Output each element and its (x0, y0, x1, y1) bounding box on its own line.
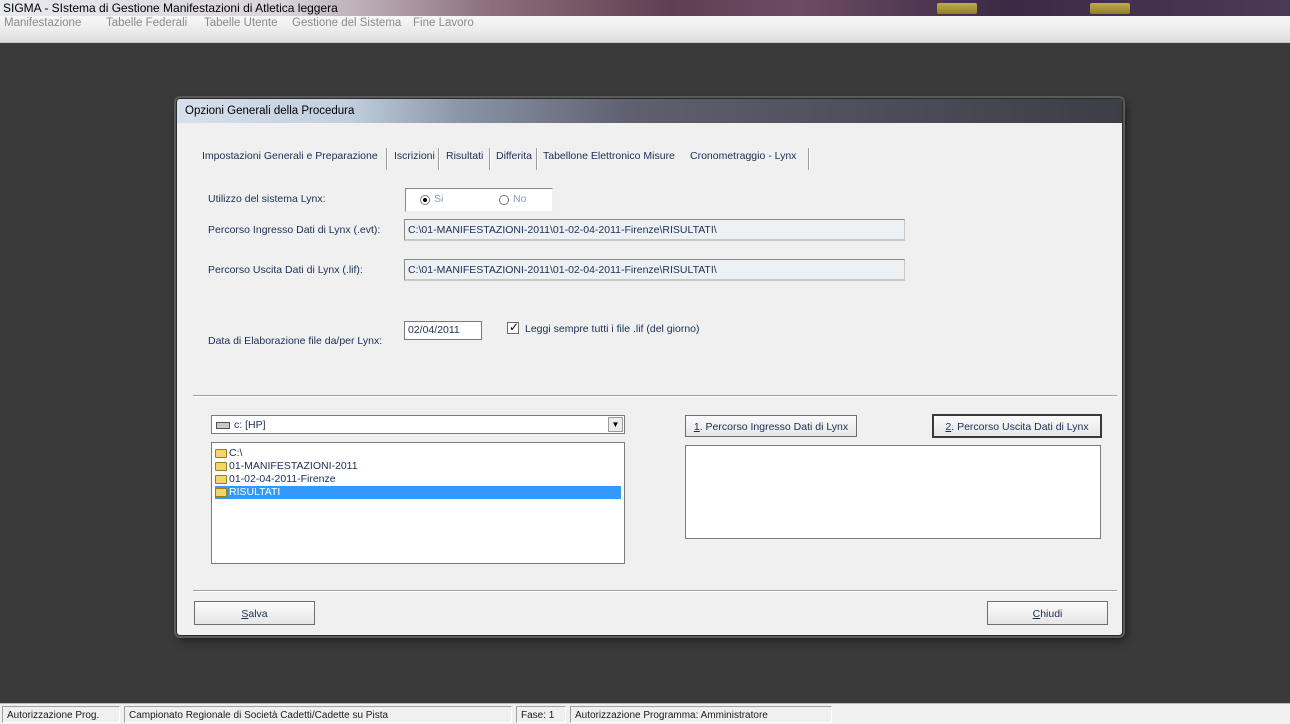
menu-tabelle-utente[interactable]: Tabelle Utente (204, 17, 278, 29)
set-output-path-button[interactable]: 2. Percorso Uscita Dati di Lynx (932, 414, 1102, 438)
directory-item[interactable]: 01-02-04-2011-Firenze (215, 473, 336, 486)
dialog-title: Opzioni Generali della Procedura (185, 105, 355, 117)
directory-item-label: 01-MANIFESTAZIONI-2011 (229, 460, 358, 472)
window-title-bar[interactable]: SIGMA - SIstema di Gestione Manifestazio… (0, 0, 1290, 16)
folder-open-icon (215, 462, 227, 471)
dialog-title-bar[interactable]: Opzioni Generali della Procedura (177, 99, 1122, 123)
check-mark-icon: ✓ (509, 320, 520, 334)
input-path-field[interactable]: C:\01-MANIFESTAZIONI-2011\01-02-04-2011-… (404, 219, 905, 241)
directory-item-label: C:\ (229, 447, 243, 459)
processing-date-label: Data di Elaborazione file da/per Lynx: (208, 335, 383, 347)
save-button[interactable]: Salva (194, 601, 315, 625)
tab-separator (489, 148, 490, 170)
menu-fine-lavoro[interactable]: Fine Lavoro (413, 17, 474, 29)
input-path-label: Percorso Ingresso Dati di Lynx (.evt): (208, 224, 381, 236)
tab-separator (536, 148, 537, 170)
read-all-lif-checkbox[interactable]: ✓ (507, 320, 520, 334)
tab-separator (386, 148, 387, 170)
lynx-usage-radio-group: Si No (405, 188, 553, 212)
status-phase: Fase: 1 (516, 706, 566, 723)
lynx-usage-label: Utilizzo del sistema Lynx: (208, 193, 326, 205)
menu-gestione-sistema[interactable]: Gestione del Sistema (292, 17, 401, 29)
set-input-path-button[interactable]: 1. Percorso Ingresso Dati di Lynx (685, 415, 857, 437)
tab-risultati[interactable]: Risultati (446, 150, 483, 168)
tab-cronometraggio-lynx[interactable]: Cronometraggio - Lynx (690, 150, 796, 168)
output-path-label: Percorso Uscita Dati di Lynx (.lif): (208, 264, 363, 276)
status-bar: Autorizzazione Prog. Campionato Regional… (0, 703, 1290, 724)
close-button[interactable]: Chiudi (987, 601, 1108, 625)
directory-list[interactable]: C:\ 01-MANIFESTAZIONI-2011 01-02-04-2011… (211, 442, 625, 564)
titlebar-decoration (937, 3, 977, 14)
folder-open-icon (215, 475, 227, 484)
output-path-field[interactable]: C:\01-MANIFESTAZIONI-2011\01-02-04-2011-… (404, 259, 905, 281)
menu-manifestazione[interactable]: Manifestazione (4, 17, 81, 29)
read-all-lif-label: Leggi sempre tutti i file .lif (del gior… (525, 323, 700, 335)
directory-item[interactable]: C:\ (215, 447, 242, 460)
radio-si[interactable] (420, 195, 430, 205)
tab-separator (808, 148, 809, 170)
chevron-down-icon[interactable]: ▼ (608, 417, 623, 432)
status-event-name: Campionato Regionale di Società Cadetti/… (124, 706, 512, 723)
radio-si-label: Si (434, 193, 444, 205)
directory-item-label: 01-02-04-2011-Firenze (229, 473, 336, 485)
window-title: SIGMA - SIstema di Gestione Manifestazio… (3, 1, 338, 15)
folder-open-icon (215, 449, 227, 458)
tab-differita[interactable]: Differita (496, 150, 532, 168)
status-auth-prog: Autorizzazione Prog. (2, 706, 120, 723)
radio-no-label: No (513, 193, 527, 205)
processing-date-field[interactable]: 02/04/2011 (404, 321, 482, 340)
options-dialog: Opzioni Generali della Procedura Imposta… (176, 98, 1123, 636)
radio-no[interactable] (499, 195, 509, 205)
drive-combo-value: c: [HP] (234, 419, 266, 431)
separator (193, 395, 1117, 397)
tab-iscrizioni[interactable]: Iscrizioni (394, 150, 435, 168)
status-program-auth: Autorizzazione Programma: Amministratore (570, 706, 832, 723)
menu-tabelle-federali[interactable]: Tabelle Federali (106, 17, 187, 29)
drive-combo[interactable]: c: [HP] ▼ (211, 415, 625, 434)
drive-icon (216, 422, 230, 429)
tab-tabellone-elettronico[interactable]: Tabellone Elettronico Misure (543, 150, 675, 168)
menu-bar: Manifestazione Tabelle Federali Tabelle … (0, 16, 1290, 43)
directory-item-selected[interactable]: RISULTATI (215, 486, 621, 499)
titlebar-decoration (1090, 3, 1130, 14)
tab-impostazioni-generali[interactable]: Impostazioni Generali e Preparazione (202, 150, 378, 168)
directory-item-label: RISULTATI (229, 486, 281, 498)
tab-separator (438, 148, 439, 170)
directory-item[interactable]: 01-MANIFESTAZIONI-2011 (215, 460, 358, 473)
separator (193, 590, 1117, 592)
folder-open-icon (215, 488, 227, 497)
output-files-list[interactable] (685, 445, 1101, 539)
